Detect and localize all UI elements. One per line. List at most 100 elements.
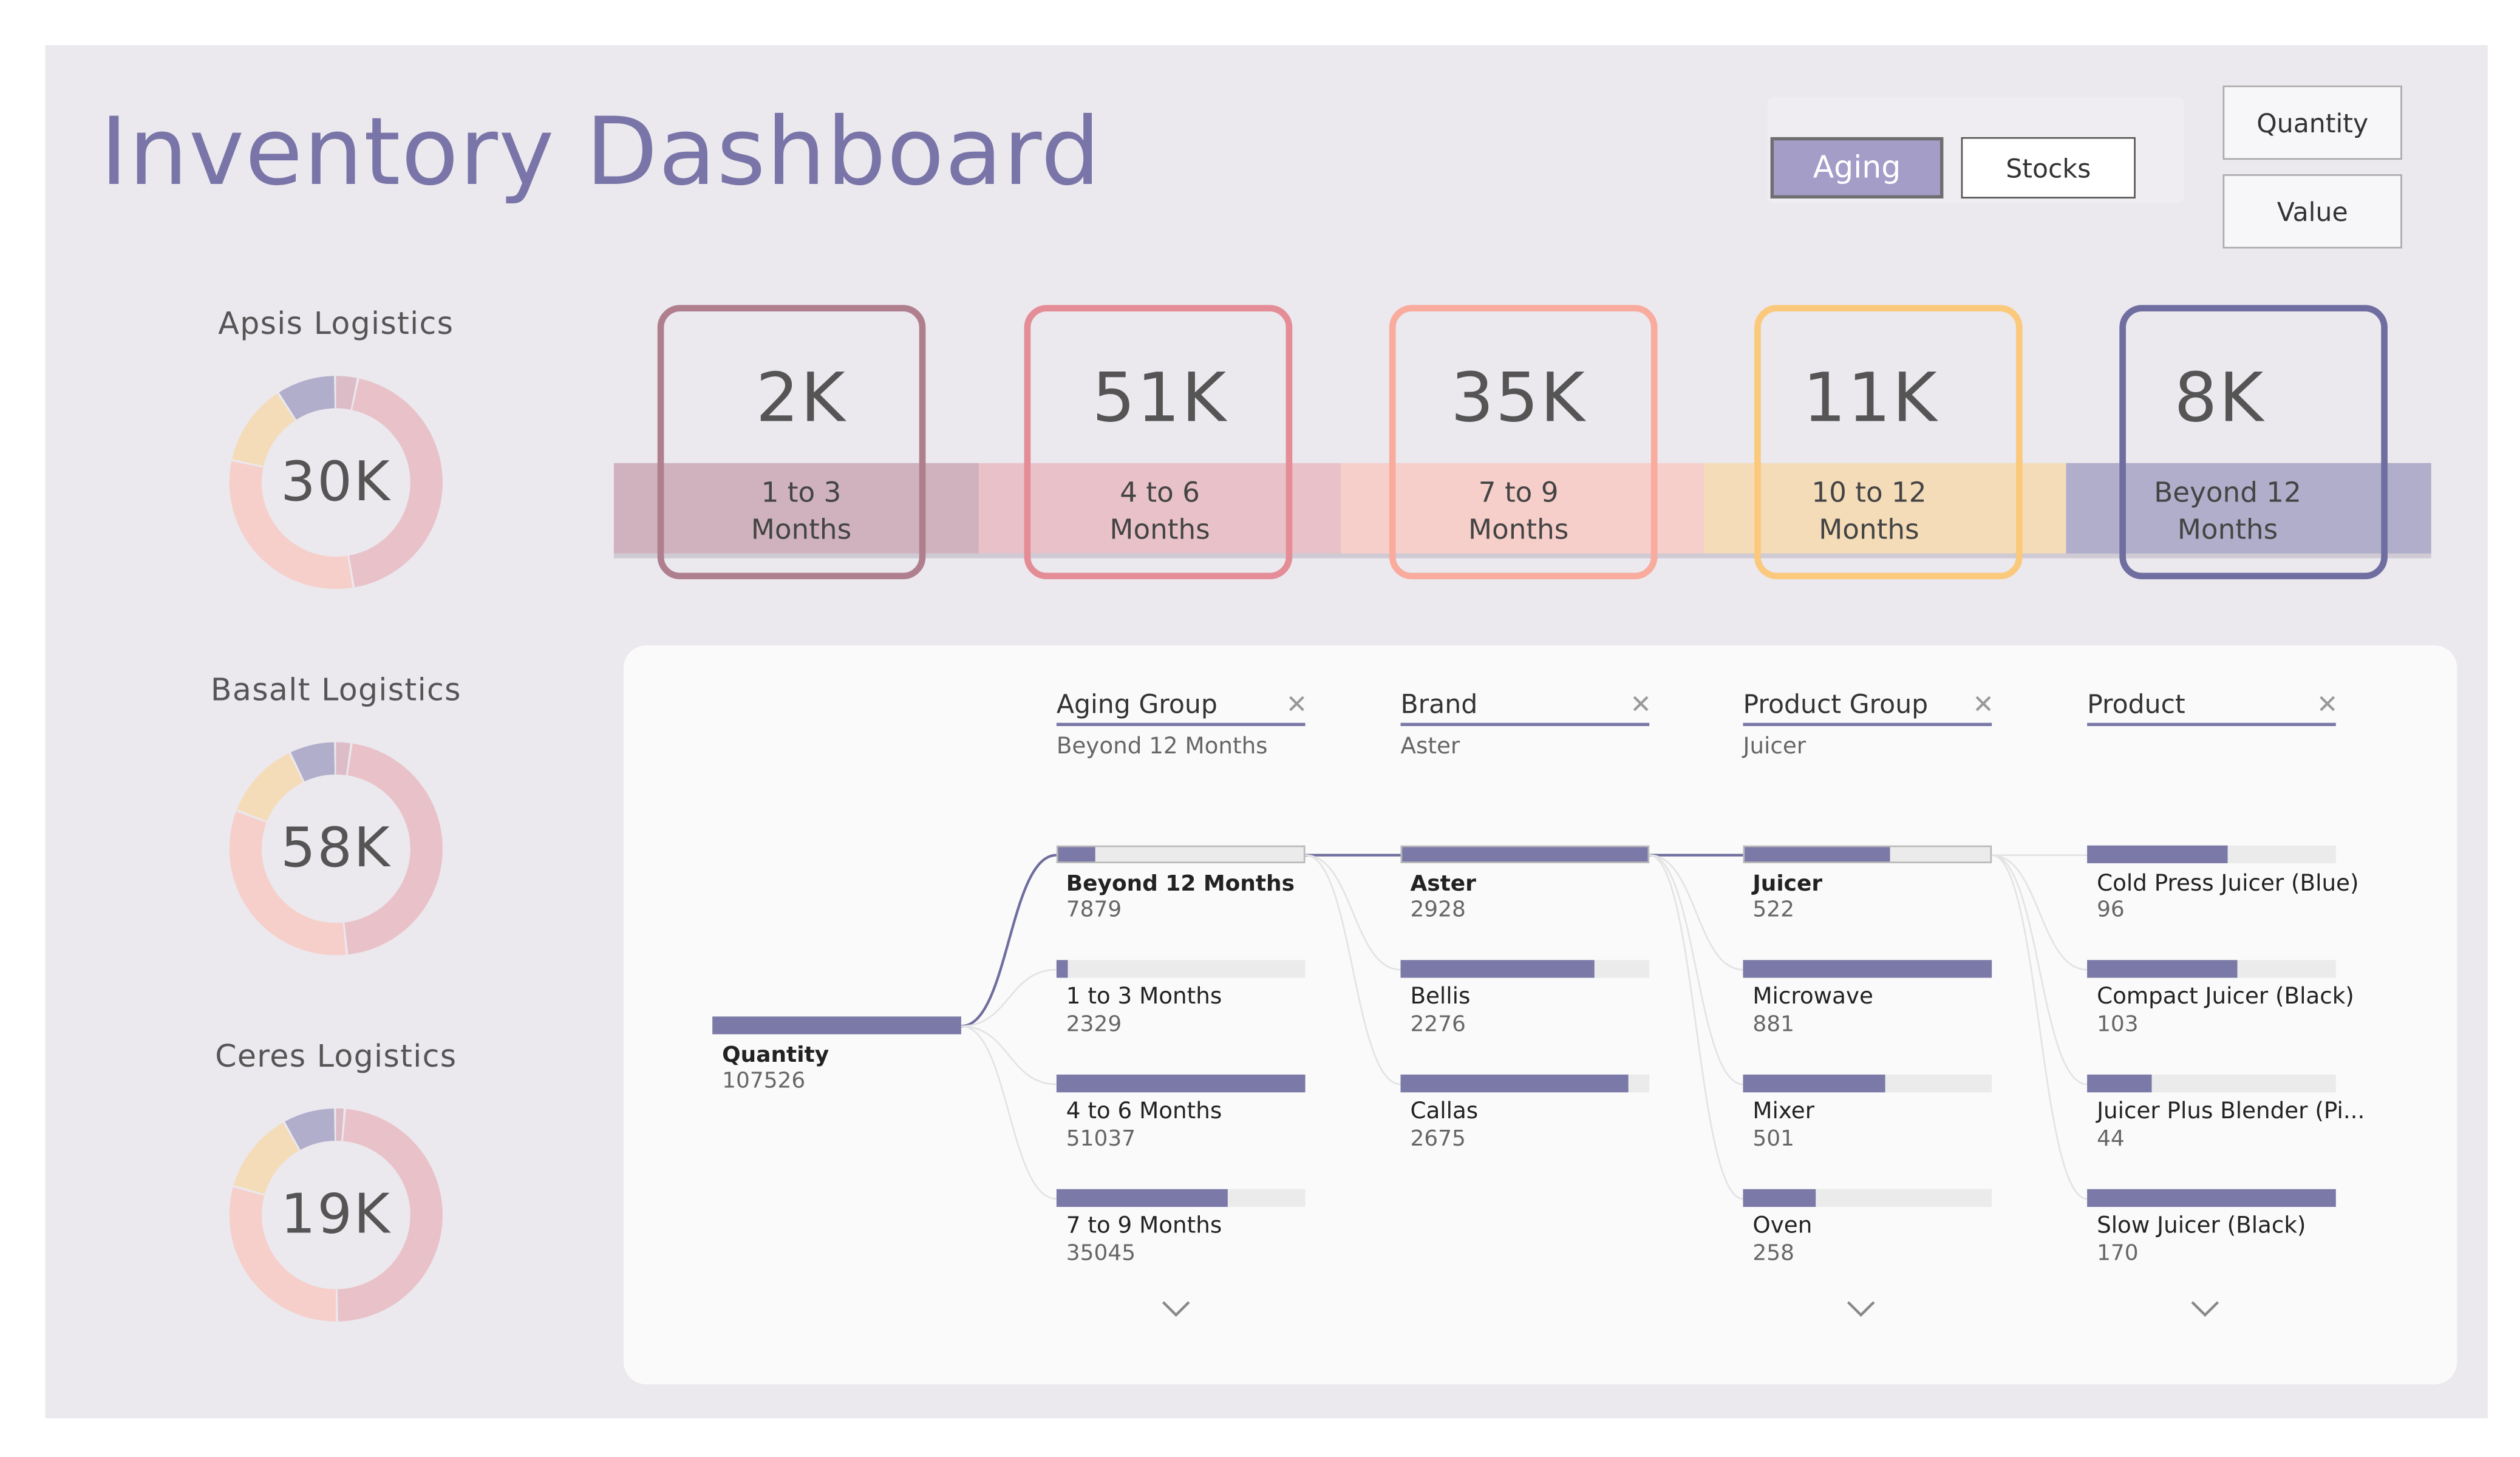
tree-node-value: 170 — [2097, 1240, 2139, 1267]
tree-node-value: 501 — [1752, 1126, 1795, 1152]
level-header-underline — [1400, 722, 1650, 727]
tree-root-label: Quantity — [722, 1042, 829, 1068]
tree-node-bar-fill — [1056, 960, 1068, 978]
tree-node-label: Juicer Plus Blender (Pi... — [2097, 1098, 2365, 1125]
tree-node-value: 35045 — [1066, 1240, 1136, 1267]
tree-node-label: Slow Juicer (Black) — [2097, 1213, 2306, 1240]
tree-node-bar[interactable] — [2087, 960, 2336, 978]
kpi-value-1-3: 2K — [755, 358, 847, 438]
tree-node-label: 4 to 6 Months — [1066, 1098, 1222, 1125]
tree-node-bar-fill — [1400, 1075, 1628, 1093]
donut-title-basalt: Basalt Logistics — [210, 673, 461, 708]
tree-node-bar[interactable] — [2087, 1075, 2336, 1093]
tree-root-bar-fill — [712, 1016, 961, 1034]
page-title: Inventory Dashboard — [100, 97, 1102, 207]
tree-node-bar[interactable] — [1400, 845, 1650, 863]
value-button[interactable]: Value — [2222, 174, 2402, 249]
donut-title-ceres: Ceres Logistics — [215, 1039, 457, 1075]
kpi-value-10-12: 11K — [1802, 358, 1939, 438]
donut-title-apsis: Apsis Logistics — [218, 306, 454, 342]
level-header-product-group[interactable]: Product Group — [1743, 689, 1928, 719]
decomposition-tree-panel — [623, 645, 2457, 1385]
tree-node-bar[interactable] — [2087, 845, 2336, 863]
tree-node-label: Juicer — [1752, 871, 1823, 897]
tree-node-label: Cold Press Juicer (Blue) — [2097, 871, 2359, 897]
tree-node-value: 2276 — [1410, 1011, 1466, 1038]
chevron-down-icon[interactable] — [1845, 1297, 1877, 1320]
level-header-brand[interactable]: Brand — [1400, 689, 1477, 719]
tree-node-bar-fill — [1402, 847, 1648, 862]
tree-node-bar[interactable] — [1743, 1189, 1992, 1207]
tree-node-bar-fill — [1743, 1075, 1885, 1093]
level-header-underline — [2087, 722, 2336, 727]
tree-node-value: 2928 — [1410, 897, 1466, 923]
kpi-value-7-9: 35K — [1450, 358, 1587, 438]
tree-node-value: 51037 — [1066, 1126, 1136, 1152]
donut-chart-apsis[interactable]: 30K — [226, 373, 446, 592]
level-header-product[interactable]: Product — [2087, 689, 2185, 719]
aging-button[interactable]: Aging — [1770, 137, 1944, 199]
kpi-label-1-3: 1 to 3 Months — [751, 477, 852, 547]
tree-root-bar[interactable] — [712, 1016, 961, 1034]
tree-node-value: 44 — [2097, 1126, 2125, 1152]
level-header-aging-group[interactable]: Aging Group — [1057, 689, 1217, 719]
tree-node-label: Callas — [1410, 1098, 1479, 1125]
tree-node-bar[interactable] — [1056, 960, 1306, 978]
kpi-label-7-9: 7 to 9 Months — [1468, 477, 1569, 547]
tree-node-label: 1 to 3 Months — [1066, 984, 1222, 1010]
quantity-button[interactable]: Quantity — [2222, 85, 2402, 160]
tree-node-label: Beyond 12 Months — [1066, 871, 1295, 897]
level-selection-product-group: Juicer — [1743, 734, 1807, 760]
tree-node-bar-fill — [2087, 1189, 2336, 1207]
tree-node-bar[interactable] — [1400, 960, 1650, 978]
tree-node-bar-fill — [1400, 960, 1594, 978]
level-header-underline — [1056, 722, 1306, 727]
tree-node-label: Mixer — [1752, 1098, 1815, 1125]
stocks-button[interactable]: Stocks — [1961, 137, 2136, 199]
tree-node-bar[interactable] — [1743, 1075, 1992, 1093]
tree-node-bar-fill — [2087, 845, 2228, 863]
close-icon[interactable]: ✕ — [1972, 689, 1994, 719]
kpi-label-10-12: 10 to 12 Months — [1811, 477, 1927, 547]
tree-node-label: 7 to 9 Months — [1066, 1213, 1222, 1240]
kpi-label-beyond-12: Beyond 12 Months — [2154, 477, 2301, 547]
tree-node-value: 2329 — [1066, 1011, 1122, 1038]
tree-node-bar[interactable] — [2087, 1189, 2336, 1207]
kpi-value-4-6: 51K — [1092, 358, 1228, 438]
tree-node-bar[interactable] — [1743, 845, 1992, 863]
tree-node-label: Compact Juicer (Black) — [2097, 984, 2354, 1010]
chevron-down-icon[interactable] — [2189, 1297, 2221, 1320]
tree-node-bar-fill — [1743, 960, 1992, 978]
tree-node-label: Bellis — [1410, 984, 1471, 1010]
tree-node-bar-fill — [1056, 1189, 1228, 1207]
tree-node-label: Oven — [1752, 1213, 1813, 1240]
tree-node-bar[interactable] — [1056, 1189, 1306, 1207]
level-selection-brand: Aster — [1400, 734, 1460, 760]
tree-node-value: 881 — [1752, 1011, 1795, 1038]
tree-node-value: 522 — [1752, 897, 1795, 923]
kpi-value-beyond-12: 8K — [2174, 358, 2266, 438]
chevron-down-icon[interactable] — [1160, 1297, 1192, 1320]
donut-chart-ceres[interactable]: 19K — [226, 1105, 446, 1325]
level-selection-aging-group: Beyond 12 Months — [1056, 734, 1268, 760]
tree-node-value: 2675 — [1410, 1126, 1466, 1152]
tree-node-label: Aster — [1410, 871, 1476, 897]
close-icon[interactable]: ✕ — [2317, 689, 2338, 719]
tree-node-bar-fill — [2087, 1075, 2152, 1093]
tree-node-value: 7879 — [1066, 897, 1122, 923]
tree-node-bar[interactable] — [1056, 845, 1306, 863]
tree-node-bar[interactable] — [1056, 1075, 1306, 1093]
close-icon[interactable]: ✕ — [1630, 689, 1652, 719]
level-header-underline — [1743, 722, 1992, 727]
tree-node-bar-fill — [1745, 847, 1890, 862]
tree-node-value: 96 — [2097, 897, 2125, 923]
tree-root-value: 107526 — [722, 1068, 806, 1094]
donut-chart-basalt[interactable]: 58K — [226, 739, 446, 958]
tree-node-bar-fill — [1743, 1189, 1816, 1207]
tree-node-bar[interactable] — [1400, 1075, 1650, 1093]
tree-node-bar[interactable] — [1743, 960, 1992, 978]
donut-total-ceres: 19K — [281, 1183, 392, 1248]
tree-node-bar-fill — [1056, 1075, 1306, 1093]
tree-node-value: 103 — [2097, 1011, 2139, 1038]
close-icon[interactable]: ✕ — [1286, 689, 1308, 719]
